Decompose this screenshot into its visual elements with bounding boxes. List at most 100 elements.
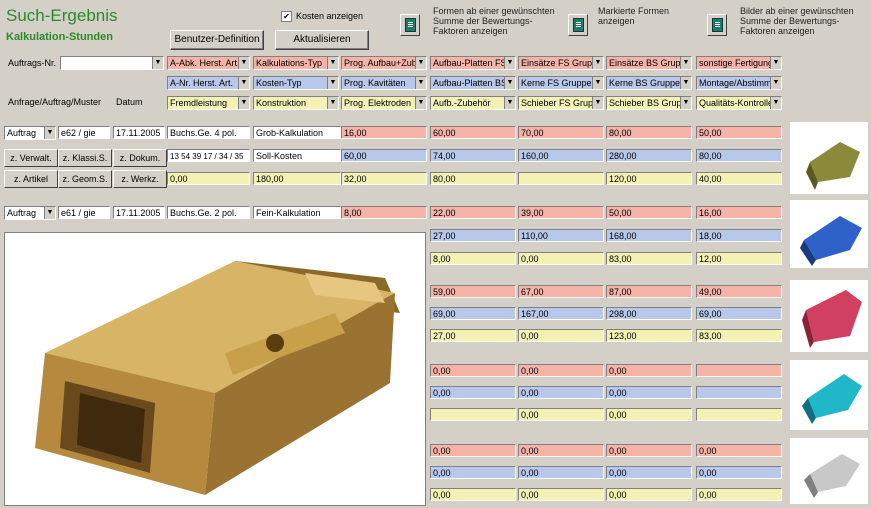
- markierte-formen-button[interactable]: [568, 14, 588, 36]
- cost-cell[interactable]: 0,00: [518, 408, 604, 421]
- cost-cell[interactable]: 50,00: [696, 126, 782, 139]
- cost-cell[interactable]: 167,00: [518, 307, 604, 320]
- column-select-r3-2[interactable]: Prog. Elektroden ▼: [341, 96, 427, 110]
- cost-cell[interactable]: 83,00: [606, 252, 692, 265]
- order-date-field[interactable]: 17.11.2005: [113, 206, 165, 219]
- kalkulation-field[interactable]: Grob-Kalkulation: [253, 126, 341, 139]
- cost-cell[interactable]: 18,00: [696, 229, 782, 242]
- cost-cell[interactable]: 16,00: [341, 126, 427, 139]
- cost-cell[interactable]: 0,00: [606, 466, 692, 479]
- kosten-checkbox[interactable]: ✔: [281, 11, 292, 22]
- cost-cell[interactable]: 0,00: [606, 408, 692, 421]
- cost-cell[interactable]: 0,00: [696, 488, 782, 501]
- record-type-select[interactable]: Auftrag ▼: [4, 206, 56, 220]
- cost-cell[interactable]: 16,00: [696, 206, 782, 219]
- description-field[interactable]: Buchs.Ge. 4 pol.: [167, 126, 250, 139]
- zu-klassi-s-button[interactable]: z. Klassi.S.: [58, 149, 112, 167]
- cost-cell[interactable]: 80,00: [696, 149, 782, 162]
- order-date-field[interactable]: 17.11.2005: [113, 126, 165, 139]
- thumbnail-3[interactable]: [790, 280, 868, 352]
- cost-cell[interactable]: [696, 364, 782, 377]
- column-select-r1-0[interactable]: A-Abk. Herst. Art. ▼: [167, 56, 250, 70]
- cost-cell[interactable]: 0,00: [430, 488, 516, 501]
- column-select-r2-0[interactable]: A-Nr. Herst. Art. ▼: [167, 76, 250, 90]
- column-select-r2-4[interactable]: Kerne FS Gruppe ▼: [518, 76, 604, 90]
- formen-filter-button[interactable]: [400, 14, 420, 36]
- cost-cell[interactable]: 0,00: [430, 466, 516, 479]
- fremdleistung-field[interactable]: 0,00: [167, 172, 250, 185]
- cost-cell[interactable]: 110,00: [518, 229, 604, 242]
- cost-cell[interactable]: 83,00: [696, 329, 782, 342]
- column-select-r1-5[interactable]: Einsätze BS Grup ▼: [606, 56, 692, 70]
- codes-field[interactable]: 13 54 39 17 / 34 / 35: [167, 149, 250, 162]
- thumbnail-4[interactable]: [790, 360, 868, 430]
- cost-cell[interactable]: [696, 386, 782, 399]
- column-select-r2-5[interactable]: Kerne BS Gruppe ▼: [606, 76, 692, 90]
- cost-cell[interactable]: 67,00: [518, 285, 604, 298]
- cost-cell[interactable]: 160,00: [518, 149, 604, 162]
- cost-cell[interactable]: 0,00: [518, 466, 604, 479]
- cost-cell[interactable]: 0,00: [430, 364, 516, 377]
- cost-cell[interactable]: 280,00: [606, 149, 692, 162]
- column-select-r3-3[interactable]: Aufb.-Zubehör ▼: [430, 96, 516, 110]
- cost-cell[interactable]: 59,00: [430, 285, 516, 298]
- cost-cell[interactable]: 69,00: [696, 307, 782, 320]
- column-select-r2-6[interactable]: Montage/Abstimm ▼: [696, 76, 782, 90]
- cost-cell[interactable]: 0,00: [518, 252, 604, 265]
- thumbnail-1[interactable]: [790, 122, 868, 194]
- thumbnail-2[interactable]: [790, 200, 868, 268]
- column-select-r3-6[interactable]: Qualitäts-Kontrolle ▼: [696, 96, 782, 110]
- cost-cell[interactable]: 168,00: [606, 229, 692, 242]
- cost-cell[interactable]: 22,00: [430, 206, 516, 219]
- thumbnail-5[interactable]: [790, 438, 868, 504]
- cost-cell[interactable]: 39,00: [518, 206, 604, 219]
- konstruktion-field[interactable]: 180,00: [253, 172, 341, 185]
- column-select-r2-2[interactable]: Prog. Kavitäten ▼: [341, 76, 427, 90]
- cost-cell[interactable]: [430, 408, 516, 421]
- cost-cell[interactable]: 0,00: [430, 444, 516, 457]
- cost-cell[interactable]: 27,00: [430, 329, 516, 342]
- cost-cell[interactable]: 74,00: [430, 149, 516, 162]
- cost-cell[interactable]: 49,00: [696, 285, 782, 298]
- column-select-r2-3[interactable]: Aufbau-Platten BS ▼: [430, 76, 516, 90]
- cost-cell[interactable]: 27,00: [430, 229, 516, 242]
- cost-cell[interactable]: 0,00: [518, 444, 604, 457]
- cost-cell[interactable]: 0,00: [606, 444, 692, 457]
- record-type-select[interactable]: Auftrag ▼: [4, 126, 56, 140]
- cost-cell[interactable]: 8,00: [430, 252, 516, 265]
- cost-cell[interactable]: 0,00: [696, 444, 782, 457]
- cost-cell[interactable]: [696, 408, 782, 421]
- aktualisieren-button[interactable]: Aktualisieren: [275, 30, 369, 50]
- cost-cell[interactable]: 0,00: [518, 386, 604, 399]
- column-select-r3-5[interactable]: Schieber BS Grup ▼: [606, 96, 692, 110]
- cost-cell[interactable]: 0,00: [518, 488, 604, 501]
- cost-cell[interactable]: 120,00: [606, 172, 692, 185]
- column-select-r1-1[interactable]: Kalkulations-Typ ▼: [253, 56, 339, 70]
- column-select-r3-4[interactable]: Schieber FS Grup ▼: [518, 96, 604, 110]
- cost-cell[interactable]: 60,00: [341, 149, 427, 162]
- column-select-r1-2[interactable]: Prog. Aufbau+Zub ▼: [341, 56, 427, 70]
- order-number-field[interactable]: e62 / gie: [58, 126, 110, 139]
- cost-cell[interactable]: 50,00: [606, 206, 692, 219]
- column-select-r3-0[interactable]: Fremdleistung ▼: [167, 96, 250, 110]
- auftrags-nr-select[interactable]: ▼: [60, 56, 164, 70]
- cost-cell[interactable]: 298,00: [606, 307, 692, 320]
- cost-cell[interactable]: 87,00: [606, 285, 692, 298]
- cost-cell[interactable]: 0,00: [606, 488, 692, 501]
- cost-cell[interactable]: 0,00: [430, 386, 516, 399]
- kalkulation-field[interactable]: Fein-Kalkulation: [253, 206, 341, 219]
- zu-geom-s-button[interactable]: z. Geom.S.: [58, 170, 112, 188]
- description-field[interactable]: Buchs.Ge. 2 pol.: [167, 206, 250, 219]
- cost-cell[interactable]: 0,00: [606, 364, 692, 377]
- benutzer-definition-button[interactable]: Benutzer-Definition: [170, 30, 264, 50]
- cost-cell[interactable]: 0,00: [518, 364, 604, 377]
- bilder-filter-button[interactable]: [707, 14, 727, 36]
- cost-cell[interactable]: [518, 172, 604, 185]
- cost-cell[interactable]: 0,00: [606, 386, 692, 399]
- cost-cell[interactable]: 69,00: [430, 307, 516, 320]
- cost-cell[interactable]: 123,00: [606, 329, 692, 342]
- order-number-field[interactable]: e61 / gie: [58, 206, 110, 219]
- cost-cell[interactable]: 0,00: [696, 466, 782, 479]
- zu-dokum-button[interactable]: z. Dokum.: [113, 149, 167, 167]
- column-select-r1-6[interactable]: sonstige Fertigung ▼: [696, 56, 782, 70]
